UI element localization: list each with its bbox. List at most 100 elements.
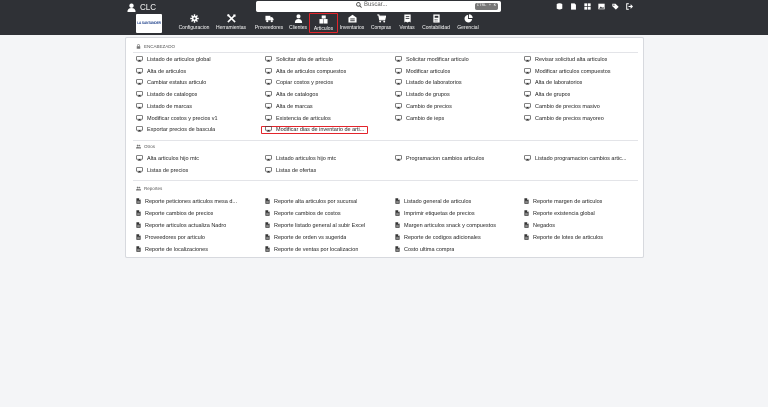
link-reporte-listado-general-al-subir-excel[interactable]: Reporte listado general al subir Excel <box>265 222 365 230</box>
grid-icon[interactable] <box>584 3 591 10</box>
link-reporte-de-lotes-de-articulos[interactable]: Reporte de lotes de articulos <box>524 234 603 242</box>
link-reporte-alta-articulos-por-sucursal[interactable]: Reporte alta articulos por sucursal <box>265 198 357 206</box>
link-cambio-de-precios-masivo[interactable]: Cambio de precios masivo <box>524 103 600 111</box>
link-label: Cambio de precios masivo <box>535 103 600 110</box>
monitor-icon <box>395 68 402 76</box>
link-label: Listado de catalogos <box>147 92 198 99</box>
link-existencia-de-articulos[interactable]: Existencia de articulos <box>265 114 331 123</box>
link-label: Alta de marcas <box>276 103 313 110</box>
menu-articulos[interactable]: Articulos <box>309 13 338 33</box>
menu-inventarios[interactable]: Inventarios <box>338 13 366 33</box>
link-listado-de-marcas[interactable]: Listado de marcas <box>136 103 192 111</box>
link-proveedores-por-articulo[interactable]: Proveedores por articulo <box>136 234 205 242</box>
file-icon[interactable] <box>570 3 577 10</box>
company-logo[interactable]: LA SANTANDER <box>136 14 162 33</box>
search-box[interactable]: Buscar... CTRL + K <box>256 1 501 12</box>
link-reporte-margen-de-articulos[interactable]: Reporte margen de articulos <box>524 198 602 206</box>
link-alta-de-laboratorios[interactable]: Alta de laboratorios <box>524 79 582 87</box>
link-cambio-de-ieps[interactable]: Cambio de ieps <box>395 114 444 123</box>
document-icon <box>136 222 141 230</box>
link-modificar-articulos-compuestos[interactable]: Modificar articulos compuestos <box>524 68 611 76</box>
link-listado-de-laboratorios[interactable]: Listado de laboratorios <box>395 79 462 87</box>
link-listado-general-de-articulos[interactable]: Listado general de articulos <box>395 198 471 206</box>
link-label: Cambio de precios <box>406 103 452 110</box>
link-label: Listas de ofertas <box>276 168 317 174</box>
database-icon[interactable] <box>556 3 563 10</box>
link-reporte-cambios-de-costos[interactable]: Reporte cambios de costos <box>265 210 341 218</box>
monitor-icon <box>395 114 402 123</box>
link-listado-de-catalogos[interactable]: Listado de catalogos <box>136 91 197 99</box>
link-imprimir-etiquetas-de-precios[interactable]: Imprimir etiquetas de precios <box>395 210 475 218</box>
link-exportar-precios-de-bascula[interactable]: Exportar precios de bascula <box>136 126 215 134</box>
monitor-icon <box>524 56 531 64</box>
document-icon <box>265 198 270 206</box>
menu-gerencial[interactable]: Gerencial <box>454 13 482 33</box>
menu-herramientas[interactable]: Herramientas <box>214 13 248 33</box>
link-modificar-dias-de-inventario-de-arti[interactable]: Modificar dias de inventario de arti... <box>261 126 369 135</box>
link-cambio-de-precios[interactable]: Cambio de precios <box>395 103 452 111</box>
link-label: Modificar costos y precios v1 <box>147 115 218 122</box>
link-margen-articulos-snack-y-compuestos[interactable]: Margen articulos snack y compuestos <box>395 222 496 230</box>
link-reporte-de-codigos-adicionales[interactable]: Reporte de codigos adicionales <box>395 234 481 242</box>
link-reporte-de-orden-vs-sugerida[interactable]: Reporte de orden vs sugerida <box>265 234 346 242</box>
link-solicitar-alta-de-articulo[interactable]: Solicitar alta de articulo <box>265 56 333 64</box>
link-reporte-de-localizaciones[interactable]: Reporte de localizaciones <box>136 246 208 254</box>
link-programacion-cambios-articulos[interactable]: Programacion cambios articulos <box>395 155 484 163</box>
user-menu[interactable]: CLC <box>127 2 156 13</box>
link-alta-articulos-hijo-mtc[interactable]: Alta articulos hijo mtc <box>136 155 199 163</box>
link-alta-de-articulos-compuestos[interactable]: Alta de articulos compuestos <box>265 68 346 76</box>
link-label: Negados <box>533 223 556 229</box>
monitor-icon <box>136 68 143 76</box>
link-reporte-cambios-de-precios[interactable]: Reporte cambios de precios <box>136 210 213 218</box>
link-listado-articulos-hijo-mtc[interactable]: Listado articulos hijo mtc <box>265 155 336 163</box>
link-alta-de-articulos[interactable]: Alta de articulos <box>136 68 186 76</box>
link-listado-programacion-cambios-artic[interactable]: Listado programacion cambios artic... <box>524 155 626 163</box>
link-alta-de-marcas[interactable]: Alta de marcas <box>265 103 313 111</box>
link-copiar-costos-y-precios[interactable]: Copiar costos y precios <box>265 79 333 87</box>
link-alta-de-catalogos[interactable]: Alta de catalogos <box>265 91 318 99</box>
link-modificar-articulos[interactable]: Modificar articulos <box>395 68 450 76</box>
document-icon <box>395 234 400 242</box>
link-reporte-peticiones-articulos-mesa-d[interactable]: Reporte peticiones articulos mesa d... <box>136 198 237 206</box>
link-cambio-de-precios-mayoreo[interactable]: Cambio de precios mayoreo <box>524 114 604 123</box>
menu-configuracion[interactable]: Configuracion <box>177 13 211 33</box>
tags-icon[interactable] <box>612 3 619 10</box>
menu-clientes[interactable]: Clientes <box>287 13 309 33</box>
menu-label: Ventas <box>399 25 415 31</box>
gear-icon <box>189 14 199 23</box>
link-alta-de-grupos[interactable]: Alta de grupos <box>524 91 570 99</box>
menu-label: Proveedores <box>254 25 284 31</box>
user-icon <box>127 3 136 12</box>
menu-label: Compras <box>370 25 392 31</box>
document-icon <box>136 198 141 206</box>
link-label: Reporte de orden vs sugerida <box>274 235 347 241</box>
link-reporte-articulos-actualiza-nadro[interactable]: Reporte articulos actualiza Nadro <box>136 222 226 230</box>
menu-compras[interactable]: Compras <box>368 13 394 33</box>
document-icon <box>136 234 141 242</box>
monitor-icon <box>524 114 531 123</box>
link-cambiar-estatus-articulo[interactable]: Cambiar estatus articulo <box>136 79 206 87</box>
link-label: Margen articulos snack y compuestos <box>404 223 497 229</box>
menu-ventas[interactable]: Ventas <box>396 13 418 33</box>
link-listas-de-ofertas[interactable]: Listas de ofertas <box>265 167 316 175</box>
link-revisar-solicitud-alta-articulos[interactable]: Revisar solicitud alta articulos <box>524 56 607 64</box>
truck-icon <box>264 15 274 23</box>
link-negados[interactable]: Negados <box>524 222 555 230</box>
monitor-icon <box>136 56 143 64</box>
logout-icon[interactable] <box>626 3 633 10</box>
image-icon[interactable] <box>598 3 605 10</box>
menu-contabilidad[interactable]: Contabilidad <box>420 13 452 33</box>
link-reporte-existencia-global[interactable]: Reporte existencia global <box>524 210 595 218</box>
link-listado-de-articulos-global[interactable]: Listado de articulos global <box>136 56 211 64</box>
link-label: Copiar costos y precios <box>276 80 334 87</box>
document-icon <box>524 210 529 218</box>
menu-proveedores[interactable]: Proveedores <box>252 13 286 33</box>
link-solicitar-modificar-articulo[interactable]: Solicitar modificar articulo <box>395 56 469 64</box>
link-modificar-costos-y-precios-v1[interactable]: Modificar costos y precios v1 <box>136 114 218 123</box>
link-reporte-de-ventas-por-localizacion[interactable]: Reporte de ventas por localizacion <box>265 246 358 254</box>
link-listas-de-precios[interactable]: Listas de precios <box>136 167 188 175</box>
link-listado-de-grupos[interactable]: Listado de grupos <box>395 91 450 99</box>
section-title: ENCABEZADO <box>144 44 176 49</box>
link-costo-ultima-compra[interactable]: Costo ultima compra <box>395 246 454 254</box>
link-label: Alta de articulos <box>147 68 187 75</box>
